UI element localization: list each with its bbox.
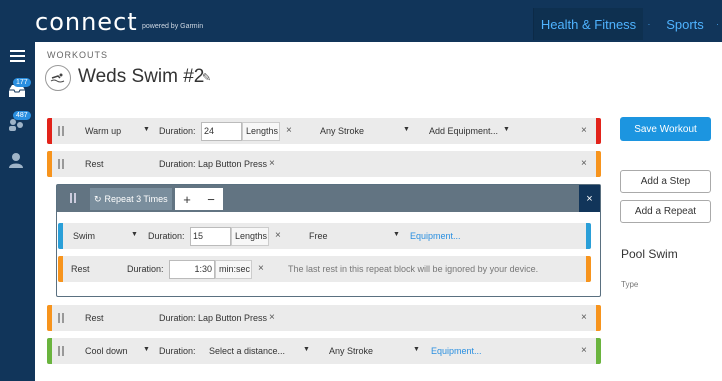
- connect-logo[interactable]: connect: [35, 8, 138, 36]
- delete-repeat-button[interactable]: ×: [579, 185, 600, 212]
- step-color-bar: [58, 223, 63, 249]
- clear-duration-icon[interactable]: ×: [275, 230, 281, 241]
- repeat-count-label[interactable]: ↻ Repeat 3 Times: [90, 188, 172, 210]
- step-row-rest: Rest Duration: Lap Button Press × ×: [47, 305, 601, 331]
- step-color-bar: [47, 338, 52, 364]
- chevron-down-icon[interactable]: ▼: [143, 346, 150, 353]
- delete-step-icon[interactable]: ×: [581, 158, 587, 169]
- add-repeat-button[interactable]: Add a Repeat: [620, 200, 711, 223]
- repeat-decrement-button[interactable]: −: [199, 188, 223, 210]
- stroke-select[interactable]: Any Stroke: [320, 126, 364, 136]
- step-type-select[interactable]: Swim: [73, 231, 95, 241]
- equipment-link[interactable]: Equipment...: [431, 346, 482, 356]
- delete-step-icon[interactable]: ×: [581, 312, 587, 323]
- nav-health-menu-icon[interactable]: ·: [643, 8, 655, 40]
- chevron-down-icon[interactable]: ▼: [143, 126, 150, 133]
- clear-duration-icon[interactable]: ×: [258, 263, 264, 274]
- step-color-bar: [586, 223, 591, 249]
- duration-label: Duration:: [159, 126, 196, 136]
- stroke-select[interactable]: Free: [309, 231, 328, 241]
- edit-title-icon[interactable]: ✎: [202, 71, 211, 84]
- nav-sports-menu-icon[interactable]: ·: [713, 8, 722, 40]
- duration-text: Duration: Lap Button Press: [159, 313, 268, 323]
- save-workout-button[interactable]: Save Workout: [620, 117, 711, 141]
- step-type-label: Rest: [85, 159, 104, 169]
- clear-duration-icon[interactable]: ×: [269, 158, 275, 169]
- repeat-increment-button[interactable]: +: [175, 188, 199, 210]
- duration-label: Duration:: [127, 264, 164, 274]
- duration-unit-select[interactable]: min:sec: [215, 260, 252, 279]
- connections-badge: 487: [13, 111, 31, 120]
- workout-type-label: Type: [621, 280, 639, 289]
- duration-unit-select[interactable]: Lengths: [231, 227, 269, 246]
- stroke-select[interactable]: Any Stroke: [329, 346, 373, 356]
- step-row-rest: Rest Duration: Lap Button Press × ×: [47, 151, 601, 177]
- left-sidebar: 177 487: [0, 42, 35, 381]
- drag-handle-icon[interactable]: [58, 313, 64, 323]
- repeat-rest-note: The last rest in this repeat block will …: [288, 264, 539, 274]
- step-type-select[interactable]: Cool down: [85, 346, 128, 356]
- step-row-repeat-rest: Rest Duration: 1:30 min:sec × The last r…: [58, 256, 591, 282]
- step-type-label: Rest: [71, 264, 90, 274]
- repeat-block: ↻ Repeat 3 Times + − × Swim ▼ Duration: …: [56, 184, 601, 297]
- drag-handle-icon[interactable]: [58, 159, 64, 169]
- step-color-bar: [596, 305, 601, 331]
- duration-label: Duration:: [148, 231, 185, 241]
- distance-select[interactable]: Select a distance...: [209, 346, 285, 356]
- chevron-down-icon[interactable]: ▼: [131, 231, 138, 238]
- drag-handle-icon[interactable]: [58, 126, 64, 136]
- duration-input[interactable]: 1:30: [169, 260, 215, 279]
- step-row-warmup: Warm up ▼ Duration: 24 Lengths × Any Str…: [47, 118, 601, 144]
- duration-input[interactable]: 24: [201, 122, 242, 141]
- add-equipment-select[interactable]: Add Equipment...: [429, 126, 498, 136]
- workout-type-value: Pool Swim: [621, 247, 678, 261]
- connections-icon[interactable]: [8, 118, 26, 134]
- step-row-swim: Swim ▼ Duration: 15 Lengths × Free ▼ Equ…: [58, 223, 591, 249]
- clear-duration-icon[interactable]: ×: [286, 125, 292, 136]
- chevron-down-icon[interactable]: ▼: [303, 346, 310, 353]
- step-color-bar: [47, 305, 52, 331]
- hamburger-menu-icon[interactable]: [10, 50, 25, 65]
- step-color-bar: [47, 118, 52, 144]
- repeat-label-text: Repeat 3 Times: [104, 194, 168, 204]
- step-color-bar: [596, 151, 601, 177]
- top-navigation-bar: connect powered by Garmin Health & Fitne…: [0, 0, 722, 42]
- clear-duration-icon[interactable]: ×: [269, 312, 275, 323]
- delete-step-icon[interactable]: ×: [581, 125, 587, 136]
- equipment-link[interactable]: Equipment...: [410, 231, 461, 241]
- chevron-down-icon[interactable]: ▼: [393, 231, 400, 238]
- logo-subtitle: powered by Garmin: [142, 23, 204, 30]
- inbox-badge: 177: [13, 78, 31, 87]
- nav-sports[interactable]: Sports: [655, 8, 715, 40]
- step-color-bar: [58, 256, 63, 282]
- add-step-button[interactable]: Add a Step: [620, 170, 711, 193]
- page-title: Weds Swim #2: [78, 66, 205, 87]
- profile-icon[interactable]: [8, 152, 26, 168]
- step-row-cooldown: Cool down ▼ Duration: Select a distance.…: [47, 338, 601, 364]
- repeat-icon: ↻: [94, 193, 102, 204]
- step-color-bar: [586, 256, 591, 282]
- step-type-select[interactable]: Warm up: [85, 126, 121, 136]
- duration-label: Duration:: [159, 346, 196, 356]
- chevron-down-icon[interactable]: ▼: [503, 126, 510, 133]
- duration-unit-select[interactable]: Lengths: [242, 122, 280, 141]
- chevron-down-icon[interactable]: ▼: [413, 346, 420, 353]
- delete-step-icon[interactable]: ×: [581, 345, 587, 356]
- drag-handle-icon[interactable]: [70, 193, 76, 203]
- duration-input[interactable]: 15: [190, 227, 231, 246]
- step-color-bar: [596, 338, 601, 364]
- duration-text: Duration: Lap Button Press: [159, 159, 268, 169]
- section-label: WORKOUTS: [47, 50, 108, 60]
- nav-health-fitness[interactable]: Health & Fitness: [533, 8, 643, 40]
- step-color-bar: [596, 118, 601, 144]
- step-type-label: Rest: [85, 313, 104, 323]
- chevron-down-icon[interactable]: ▼: [403, 126, 410, 133]
- swim-icon: [45, 65, 71, 91]
- repeat-header: ↻ Repeat 3 Times + − ×: [57, 185, 600, 212]
- step-color-bar: [47, 151, 52, 177]
- drag-handle-icon[interactable]: [58, 346, 64, 356]
